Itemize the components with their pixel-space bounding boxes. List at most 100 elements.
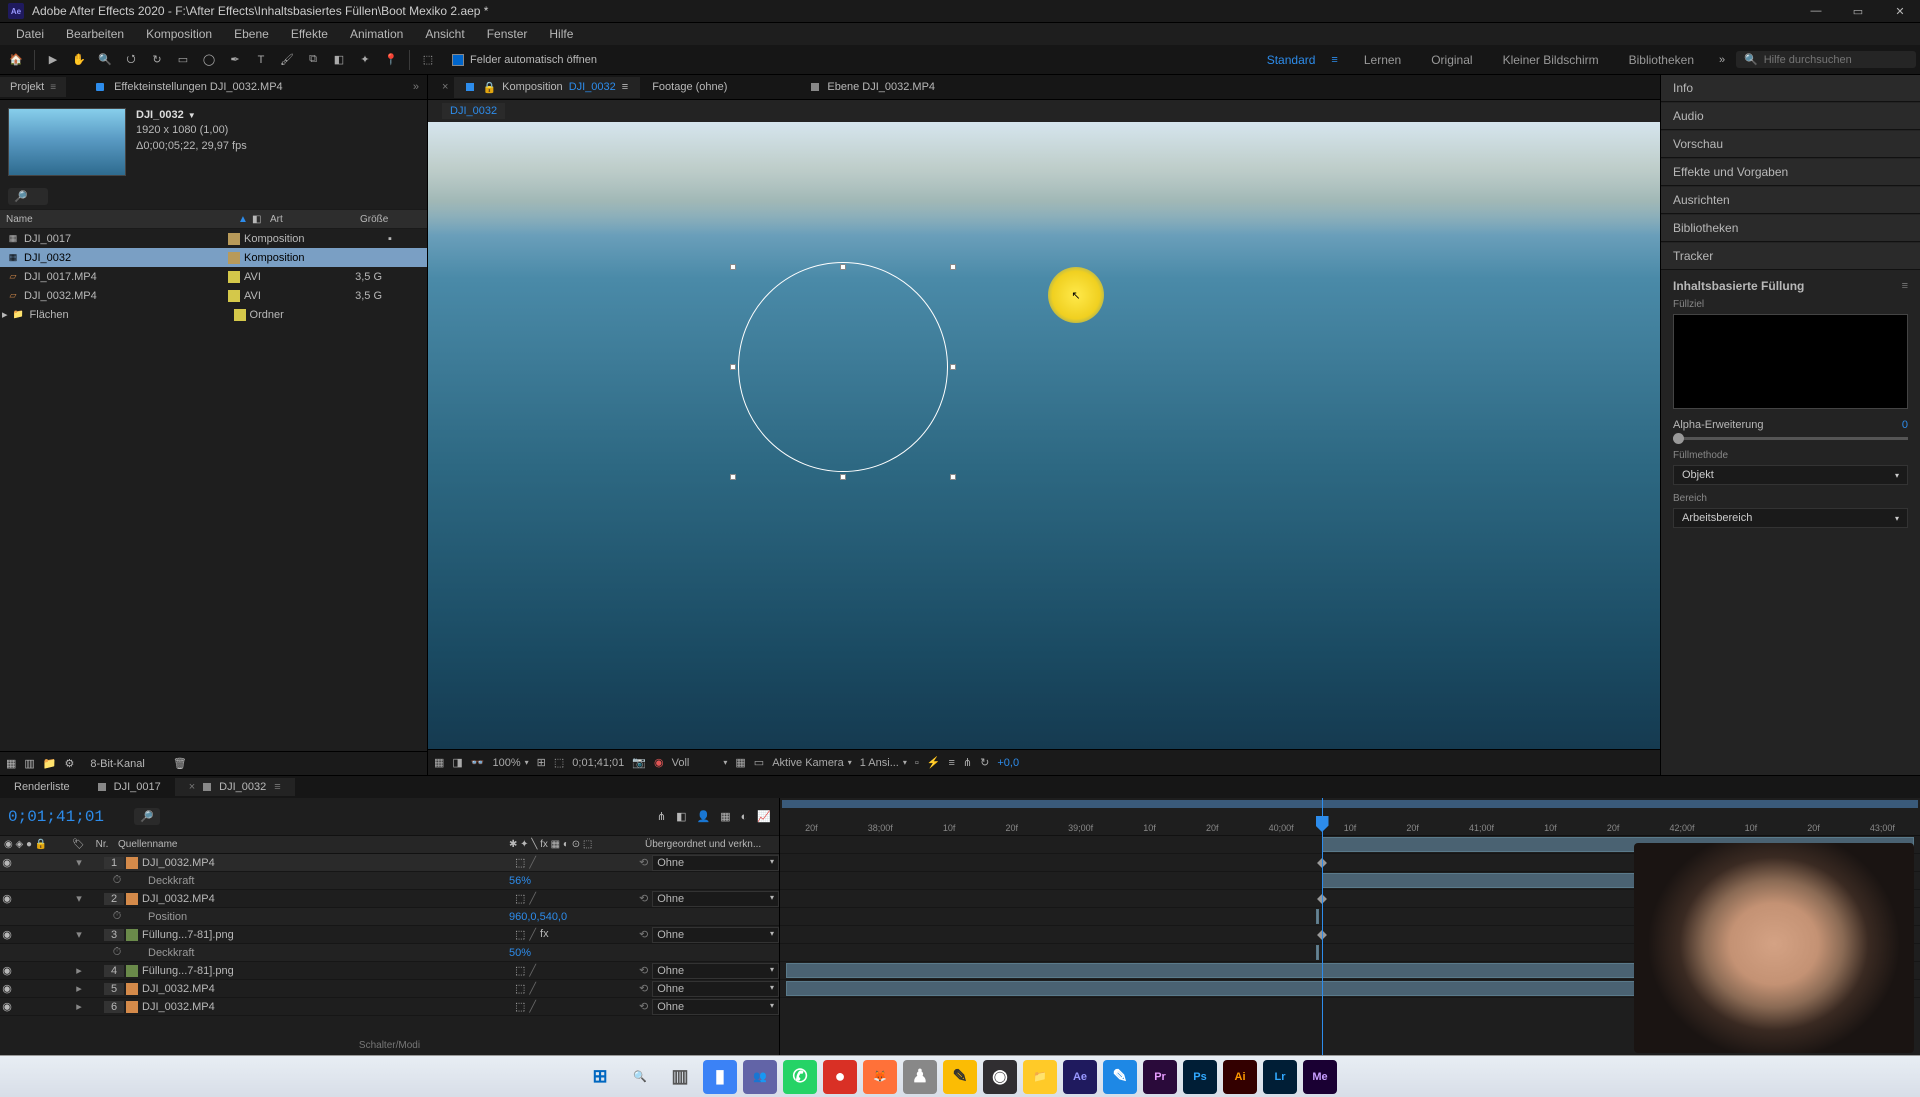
caf-menu-icon[interactable]: ≡ [1902,280,1908,292]
twirl-icon[interactable]: ▾ [72,928,86,941]
layer-row[interactable]: ◉ ▸ 6 DJI_0032.MP4 ⬚╱ ⟲ Ohne▾ [0,998,779,1016]
layer-switches[interactable]: ⬚╱ [509,1000,639,1013]
resolution-dropdown[interactable]: Voll ▾ [672,757,728,769]
mask-handle-mr[interactable] [950,364,956,370]
maximize-button[interactable]: ▭ [1846,5,1870,18]
col-label[interactable]: ◧ [246,214,264,225]
rotate-tool[interactable]: ↻ [145,48,169,72]
property-value[interactable]: 56% [509,875,779,887]
project-item[interactable]: ▸ 📁 Flächen Ordner [0,305,427,324]
interpret-footage-icon[interactable]: ▦ [6,757,16,770]
hand-tool[interactable]: ✋ [67,48,91,72]
home-tool[interactable]: 🏠 [4,48,28,72]
menu-help[interactable]: Hilfe [539,25,583,43]
item-label-color[interactable] [228,271,240,283]
layer-parent[interactable]: ⟲ Ohne▾ [639,981,779,997]
taskbar-notes[interactable]: ✎ [943,1060,977,1094]
flowchart-icon[interactable]: ⋔ [963,756,972,769]
project-item[interactable]: ▦ DJI_0032 Komposition [0,248,427,267]
project-settings-icon[interactable]: ⚙ [65,757,75,770]
new-comp-icon[interactable]: ▥ [24,757,34,770]
layer-row[interactable]: ◉ ▾ 1 DJI_0032.MP4 ⬚╱ ⟲ Ohne▾ [0,854,779,872]
frame-blend-icon[interactable]: ▦ [720,810,730,823]
layer-parent[interactable]: ⟲ Ohne▾ [639,927,779,943]
twirl-icon[interactable]: ▸ [72,982,86,995]
transparency-icon[interactable]: ▦ [735,756,745,769]
taskbar-media-encoder[interactable]: Me [1303,1060,1337,1094]
taskbar-taskview[interactable]: ▥ [663,1060,697,1094]
col-name[interactable]: Name [0,214,232,225]
timeline-toggle-switches[interactable]: Schalter/Modi [359,1040,420,1051]
current-timecode[interactable]: 0;01;41;01 [8,808,104,826]
timeline-tracks[interactable]: 20f38;00f10f20f39;00f10f20f40;00f10f20f4… [780,798,1920,1055]
tab-layer[interactable]: Ebene DJI_0032.MP4 [799,77,947,97]
col-size[interactable]: Größe [354,214,414,225]
taskbar-obs[interactable]: ◉ [983,1060,1017,1094]
tab-project[interactable]: Projekt ≡ [0,77,66,97]
col-parent[interactable]: Übergeordnet und verkn... [639,839,779,850]
timeline-search[interactable]: 🔎 [134,808,160,825]
col-number[interactable]: Nr. [90,839,114,850]
panel-overflow-icon[interactable]: » [413,81,419,93]
layer-switches[interactable]: ⬚╱ [509,982,639,995]
tab-timeline-dji0032[interactable]: × DJI_0032 ≡ [175,778,295,796]
section-libraries[interactable]: Bibliotheken [1661,215,1920,242]
graph-editor-icon[interactable]: 📈 [757,810,771,823]
composition-viewer[interactable]: ↖ [428,122,1660,749]
color-depth-label[interactable]: 8-Bit-Kanal [90,758,144,770]
layer-switches[interactable]: ⬚╱ [509,856,639,869]
visibility-toggle[interactable]: ◉ [0,964,14,977]
item-label-color[interactable] [228,252,240,264]
layer-row[interactable]: ◉ ▾ 3 Füllung...7-81].png ⬚╱fx ⟲ Ohne▾ [0,926,779,944]
section-effects-presets[interactable]: Effekte und Vorgaben [1661,159,1920,186]
toggle-alpha-icon[interactable]: ▦ [434,756,444,769]
stopwatch-icon[interactable]: ⏱ [110,910,124,923]
tab-effect-controls[interactable]: Effekteinstellungen DJI_0032.MP4 [86,77,293,97]
taskbar-lightroom[interactable]: Lr [1263,1060,1297,1094]
roto-tool[interactable]: ✦ [353,48,377,72]
lock-icon[interactable]: 🔒 [482,81,496,94]
shy-icon[interactable]: 👤 [697,810,711,823]
workspace-original[interactable]: Original [1417,49,1486,71]
item-label-color[interactable] [228,233,240,245]
comp-panel-menu-icon[interactable]: ≡ [622,81,628,93]
mask-handle-br[interactable] [950,474,956,480]
col-type[interactable]: Art [264,214,354,225]
menu-effects[interactable]: Effekte [281,25,338,43]
section-preview[interactable]: Vorschau [1661,131,1920,158]
visibility-toggle[interactable]: ◉ [0,982,14,995]
menu-animation[interactable]: Animation [340,25,413,43]
motion-blur-icon[interactable]: ◐ [741,811,748,823]
workspace-standard[interactable]: Standard [1253,49,1330,71]
project-search[interactable]: 🔎 [8,188,48,205]
eraser-tool[interactable]: ◧ [327,48,351,72]
mask-handle-tc[interactable] [840,264,846,270]
close-button[interactable]: ✕ [1888,5,1912,18]
timeline-icon[interactable]: ≡ [949,757,955,769]
caf-alpha-slider[interactable] [1673,437,1908,440]
taskbar-firefox[interactable]: 🦊 [863,1060,897,1094]
layer-clip[interactable] [1316,945,1319,960]
layer-parent[interactable]: ⟲ Ohne▾ [639,891,779,907]
guide-icon[interactable]: ▭ [754,756,764,769]
toggle-mask-icon[interactable]: ◨ [452,756,462,769]
workspace-small-screen[interactable]: Kleiner Bildschirm [1489,49,1613,71]
twirl-icon[interactable]: ▾ [72,856,86,869]
menu-view[interactable]: Ansicht [415,25,474,43]
taskbar-search[interactable]: 🔍 [623,1060,657,1094]
camera-dropdown[interactable]: Aktive Kamera ▾ [772,757,852,769]
taskbar-blue-app[interactable]: ✎ [1103,1060,1137,1094]
mask-handle-bc[interactable] [840,474,846,480]
snap-icon[interactable]: ⬚ [416,48,440,72]
menu-file[interactable]: Datei [6,25,54,43]
stopwatch-icon[interactable]: ⏱ [110,874,124,887]
menu-layer[interactable]: Ebene [224,25,279,43]
composition-thumbnail[interactable] [8,108,126,176]
workspace-learn[interactable]: Lernen [1350,49,1415,71]
resolution-icon[interactable]: ⊞ [537,756,546,769]
tab-render-queue[interactable]: Renderliste [0,778,84,796]
fast-preview-icon[interactable]: ⚡ [927,756,941,769]
current-time[interactable]: 0;01;41;01 [572,757,624,769]
visibility-toggle[interactable]: ◉ [0,928,14,941]
snapshot-icon[interactable]: 📷 [632,756,646,769]
